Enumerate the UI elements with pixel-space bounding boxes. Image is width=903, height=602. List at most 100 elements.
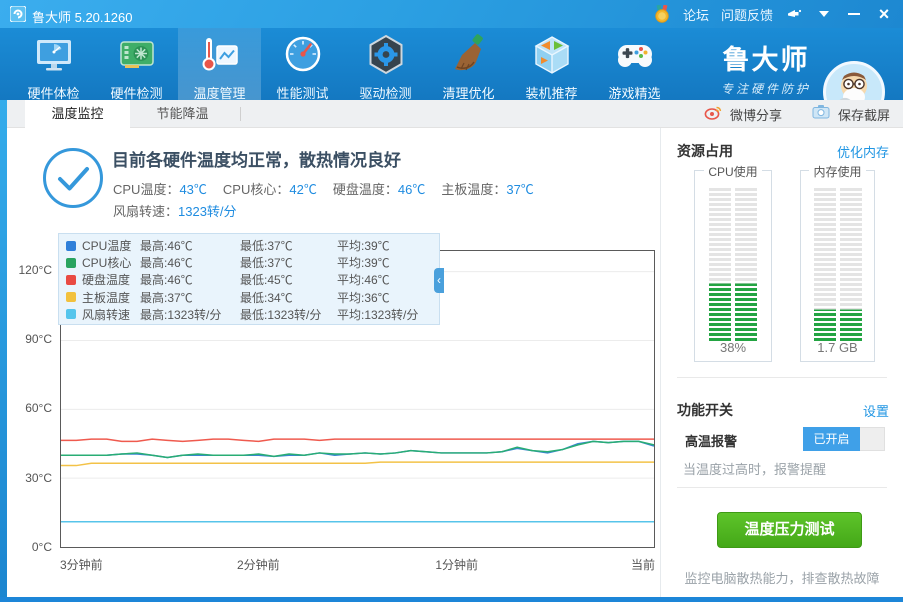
- hardware-checkup-icon: [32, 33, 76, 82]
- app-window: 鲁大师 5.20.1260 论坛 问题反馈 × 硬件体检: [0, 0, 903, 602]
- chart-y-axis: 120°C90°C60°C30°C0°C: [8, 250, 52, 548]
- legend-cell: 平均:39℃: [337, 254, 439, 271]
- legend-cell: 平均:1323转/分: [337, 306, 439, 323]
- close-button[interactable]: ×: [875, 5, 893, 23]
- legend-cell: 最低:1323转/分: [240, 306, 337, 323]
- y-tick-label: 120°C: [8, 263, 52, 277]
- gauge-label: CPU使用: [704, 165, 761, 179]
- stress-test-description: 监控电脑散热能力，排查散热故障: [661, 568, 903, 587]
- high-temp-alarm-label: 高温报警: [685, 431, 737, 450]
- temperature-stress-test-button[interactable]: 温度压力测试: [717, 512, 862, 548]
- temperature-icon: [198, 33, 242, 82]
- forum-link[interactable]: 论坛: [683, 5, 709, 24]
- optimize-memory-link[interactable]: 优化内存: [837, 142, 889, 161]
- legend-cell: 主板温度: [82, 289, 140, 306]
- legend-cell: 最低:37℃: [240, 254, 337, 271]
- window-left-edge: [0, 100, 7, 602]
- memory-usage-gauge: 内存使用 1.7 GB: [800, 170, 875, 362]
- metric-label: CPU核心：: [223, 182, 289, 197]
- memory-usage-value: 1.7 GB: [801, 340, 874, 355]
- metric-value: 37℃: [506, 182, 533, 197]
- x-tick-label: 1分钟前: [435, 556, 478, 573]
- feedback-link[interactable]: 问题反馈: [721, 5, 773, 24]
- x-tick-label: 3分钟前: [60, 556, 103, 573]
- nav-items: 硬件体检 硬件检测 温度管理 性能测试: [12, 28, 676, 100]
- gauge-label: 内存使用: [809, 165, 865, 179]
- nav-item-hardware-detect[interactable]: 硬件检测: [95, 28, 178, 100]
- legend-cell: 最高:37℃: [140, 289, 240, 306]
- legend-cell: 最低:34℃: [240, 289, 337, 306]
- metric-label: 风扇转速：: [113, 204, 178, 219]
- dropdown-menu-icon[interactable]: [815, 5, 833, 23]
- tab-energy-cooling[interactable]: 节能降温: [130, 100, 235, 128]
- y-tick-label: 30°C: [8, 471, 52, 485]
- save-screenshot-button[interactable]: 保存截屏: [838, 105, 890, 124]
- metric-value: 42℃: [289, 182, 316, 197]
- legend-row: 硬盘温度最高:46℃最低:45℃平均:46℃: [66, 271, 439, 288]
- tab-separator: [240, 107, 241, 121]
- title-bar: 鲁大师 5.20.1260 论坛 问题反馈 ×: [0, 0, 903, 28]
- tab-temperature-monitor[interactable]: 温度监控: [25, 100, 130, 129]
- legend-cell: 风扇转速: [82, 306, 140, 323]
- brand-logo: 鲁大师 专注硬件防护: [721, 38, 811, 97]
- y-tick-label: 0°C: [8, 540, 52, 554]
- legend-swatch: [66, 292, 76, 302]
- main-panel: 目前各硬件温度均正常，散热情况良好 CPU温度：43℃ CPU核心：42℃ 硬盘…: [7, 128, 660, 597]
- metric-label: CPU温度：: [113, 182, 179, 197]
- legend-swatch: [66, 275, 76, 285]
- settings-link[interactable]: 设置: [863, 401, 889, 420]
- nav-item-benchmark[interactable]: 性能测试: [261, 28, 344, 100]
- window-bottom-edge: [0, 597, 903, 602]
- nav-item-build-recommend[interactable]: 装机推荐: [510, 28, 593, 100]
- nav-item-cleanup[interactable]: 清理优化: [427, 28, 510, 100]
- chart-x-axis: 3分钟前2分钟前1分钟前当前: [60, 556, 655, 572]
- sidebar-divider: [677, 377, 887, 378]
- nav-item-games[interactable]: 游戏精选: [593, 28, 676, 100]
- high-temp-alarm-toggle[interactable]: 已开启: [803, 427, 885, 451]
- legend-cell: 最高:46℃: [140, 271, 240, 288]
- sidebar-divider: [677, 487, 887, 488]
- legend-cell: 硬盘温度: [82, 271, 140, 288]
- legend-cell: 平均:39℃: [337, 237, 439, 254]
- build-recommend-icon: [530, 33, 574, 82]
- legend-cell: 最高:1323转/分: [140, 306, 240, 323]
- sidebar: 资源占用 优化内存 CPU使用 38% 内存使用 1.7 GB 功能开关 设置 …: [661, 128, 903, 597]
- legend-cell: 最低:45℃: [240, 271, 337, 288]
- medal-icon[interactable]: [653, 5, 671, 23]
- fan-speed-metric: 风扇转速：1323转/分: [113, 201, 237, 220]
- benchmark-icon: [281, 33, 325, 82]
- legend-cell: CPU核心: [82, 254, 140, 271]
- legend-cell: 最低:37℃: [240, 237, 337, 254]
- legend-swatch: [66, 309, 76, 319]
- weibo-share-button[interactable]: 微博分享: [730, 105, 782, 124]
- legend-cell: 平均:36℃: [337, 289, 439, 306]
- legend-swatch: [66, 258, 76, 268]
- legend-swatch: [66, 241, 76, 251]
- cpu-usage-value: 38%: [695, 340, 771, 355]
- resources-title: 资源占用: [677, 141, 733, 161]
- cleanup-icon: [447, 33, 491, 82]
- nav-item-driver[interactable]: 驱动检测: [344, 28, 427, 100]
- games-icon: [613, 33, 657, 82]
- legend-cell: CPU温度: [82, 237, 140, 254]
- nav-bar: 硬件体检 硬件检测 温度管理 性能测试: [0, 28, 903, 100]
- nav-item-hardware-checkup[interactable]: 硬件体检: [12, 28, 95, 100]
- app-title: 鲁大师 5.20.1260: [32, 7, 132, 26]
- brand-subtitle: 专注硬件防护: [721, 80, 811, 97]
- driver-icon: [364, 33, 408, 82]
- legend-collapse-button[interactable]: ‹: [434, 268, 444, 293]
- temperature-metrics: CPU温度：43℃ CPU核心：42℃ 硬盘温度：46℃ 主板温度：37℃: [113, 179, 534, 198]
- y-tick-label: 60°C: [8, 401, 52, 415]
- tab-bar: 温度监控 节能降温 微博分享 保存截屏: [7, 100, 903, 128]
- cpu-usage-gauge: CPU使用 38%: [694, 170, 772, 362]
- toggle-on-state: 已开启: [803, 427, 860, 451]
- chart-legend: CPU温度最高:46℃最低:37℃平均:39℃CPU核心最高:46℃最低:37℃…: [58, 233, 440, 325]
- legend-cell: 平均:46℃: [337, 271, 439, 288]
- minimize-button[interactable]: [845, 5, 863, 23]
- hardware-detect-icon: [115, 33, 159, 82]
- alarm-description: 当温度过高时，报警提醒: [683, 459, 826, 478]
- metric-label: 硬盘温度：: [333, 182, 398, 197]
- nav-item-temperature[interactable]: 温度管理: [178, 28, 261, 100]
- metric-label: 主板温度：: [441, 182, 506, 197]
- skin-icon[interactable]: [785, 5, 803, 23]
